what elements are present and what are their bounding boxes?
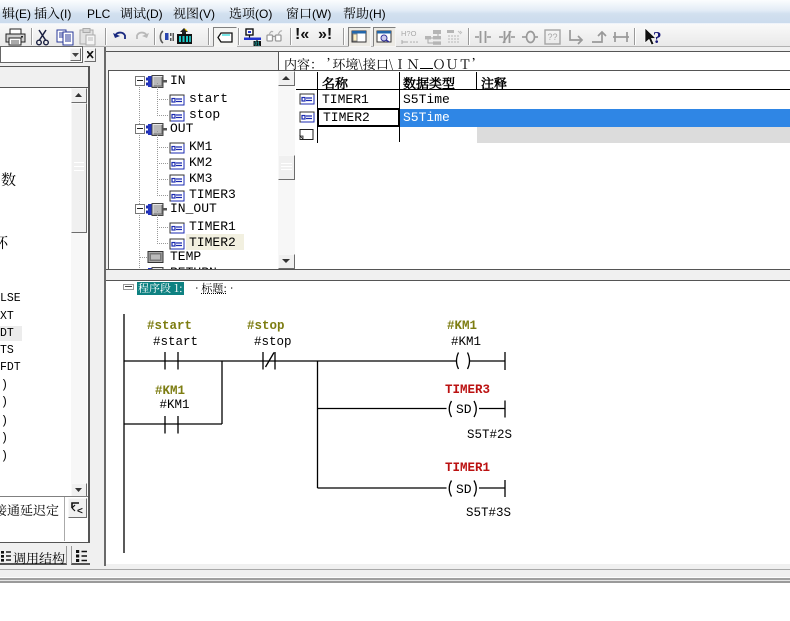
svg-text:<: <	[77, 506, 83, 515]
svg-text:?: ?	[653, 28, 662, 47]
svg-text:01: 01	[255, 42, 261, 47]
svg-text:H?O: H?O	[401, 29, 417, 38]
svg-text:??: ??	[548, 32, 558, 42]
